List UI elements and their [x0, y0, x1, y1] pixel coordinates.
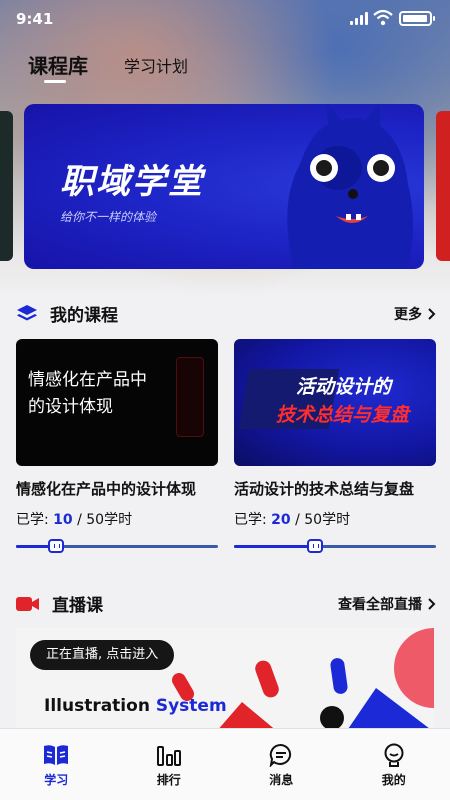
nav-label: 消息: [269, 773, 294, 787]
live-banner[interactable]: 正在直播, 点击进入 Illustration System: [16, 628, 434, 732]
learned-label: 已学:: [16, 512, 49, 528]
banner-title: 职域学堂: [60, 162, 204, 202]
app-screen: 9:41 课程库 学习计划 职域学堂 给你不一样的体验 我的课程 更多 情感化在…: [0, 0, 450, 800]
nav-ranking[interactable]: 排行: [113, 729, 226, 800]
progress-handle[interactable]: [306, 539, 323, 553]
course-thumbnail: 活动设计的 技术总结与复盘: [234, 339, 436, 466]
status-bar: 9:41: [0, 0, 450, 40]
thumb-line: 的设计体现: [28, 397, 113, 417]
bottom-nav: 学习 排行 消息 我的: [0, 728, 450, 800]
total-hours: / 50学时: [295, 512, 351, 528]
brand-part: System: [155, 696, 227, 716]
course-card[interactable]: 情感化在产品中 的设计体现 情感化在产品中的设计体现 已学: 10 / 50学时: [16, 339, 218, 553]
course-progress-text: 已学: 20 / 50学时: [234, 509, 436, 529]
tab-study-plan[interactable]: 学习计划: [124, 53, 188, 79]
phone-illustration: [176, 357, 204, 437]
battery-icon: [399, 11, 435, 26]
view-all-label: 查看全部直播: [338, 596, 422, 613]
live-now-pill[interactable]: 正在直播, 点击进入: [30, 640, 175, 670]
monster-illustration: [287, 104, 413, 269]
thumb-line: 活动设计的: [296, 376, 392, 398]
progress-handle[interactable]: [48, 539, 65, 553]
nav-profile[interactable]: 我的: [338, 729, 450, 800]
nav-label: 学习: [44, 773, 69, 787]
layers-icon: [17, 304, 37, 320]
video-camera-icon: [16, 596, 39, 611]
learned-label: 已学:: [234, 512, 267, 528]
total-hours: / 50学时: [77, 512, 133, 528]
course-title: 情感化在产品中的设计体现: [16, 480, 197, 498]
progress-fill: [234, 545, 315, 548]
live-title: 直播课: [52, 596, 103, 616]
wifi-icon: [373, 9, 393, 26]
brand-part: Illustration: [44, 696, 156, 716]
book-icon: [44, 745, 69, 765]
live-header: 直播课 查看全部直播: [16, 591, 436, 616]
learned-hours: 20: [271, 512, 291, 528]
message-icon: [269, 743, 292, 767]
status-time: 9:41: [16, 10, 54, 28]
bar-chart-icon: [156, 746, 181, 766]
banner-subtitle: 给你不一样的体验: [60, 210, 157, 224]
carousel-next-peek[interactable]: [436, 111, 450, 261]
nav-study[interactable]: 学习: [0, 729, 113, 800]
tab-course-library[interactable]: 课程库: [28, 50, 88, 79]
nav-label: 排行: [156, 773, 181, 787]
learned-hours: 10: [53, 512, 73, 528]
profile-icon: [384, 743, 404, 767]
more-label: 更多: [394, 306, 422, 323]
my-courses-more-link[interactable]: 更多: [394, 304, 436, 324]
my-courses-header: 我的课程 更多: [16, 301, 436, 326]
thumb-line: 情感化在产品中: [28, 370, 147, 390]
my-courses-title: 我的课程: [50, 306, 118, 326]
thumb-line: 技术总结与复盘: [276, 404, 410, 426]
course-progress-text: 已学: 10 / 50学时: [16, 509, 218, 529]
banner[interactable]: 职域学堂 给你不一样的体验: [24, 104, 424, 269]
top-tabs: 课程库 学习计划: [28, 50, 188, 79]
view-all-live-link[interactable]: 查看全部直播: [338, 594, 436, 614]
course-card[interactable]: 活动设计的 技术总结与复盘 活动设计的技术总结与复盘 已学: 20 / 50学时: [234, 339, 436, 553]
chevron-right-icon: [428, 307, 436, 320]
course-thumbnail: 情感化在产品中 的设计体现: [16, 339, 218, 466]
course-title: 活动设计的技术总结与复盘: [234, 480, 415, 498]
nav-label: 我的: [381, 773, 406, 787]
course-progress-bar: [234, 539, 436, 553]
chevron-right-icon: [428, 597, 436, 610]
carousel-prev-peek[interactable]: [0, 111, 13, 261]
signal-icon: [350, 12, 368, 25]
nav-messages[interactable]: 消息: [225, 729, 338, 800]
active-tab-indicator: [44, 80, 66, 83]
course-progress-bar: [16, 539, 218, 553]
live-brand-title: Illustration System: [44, 696, 227, 716]
